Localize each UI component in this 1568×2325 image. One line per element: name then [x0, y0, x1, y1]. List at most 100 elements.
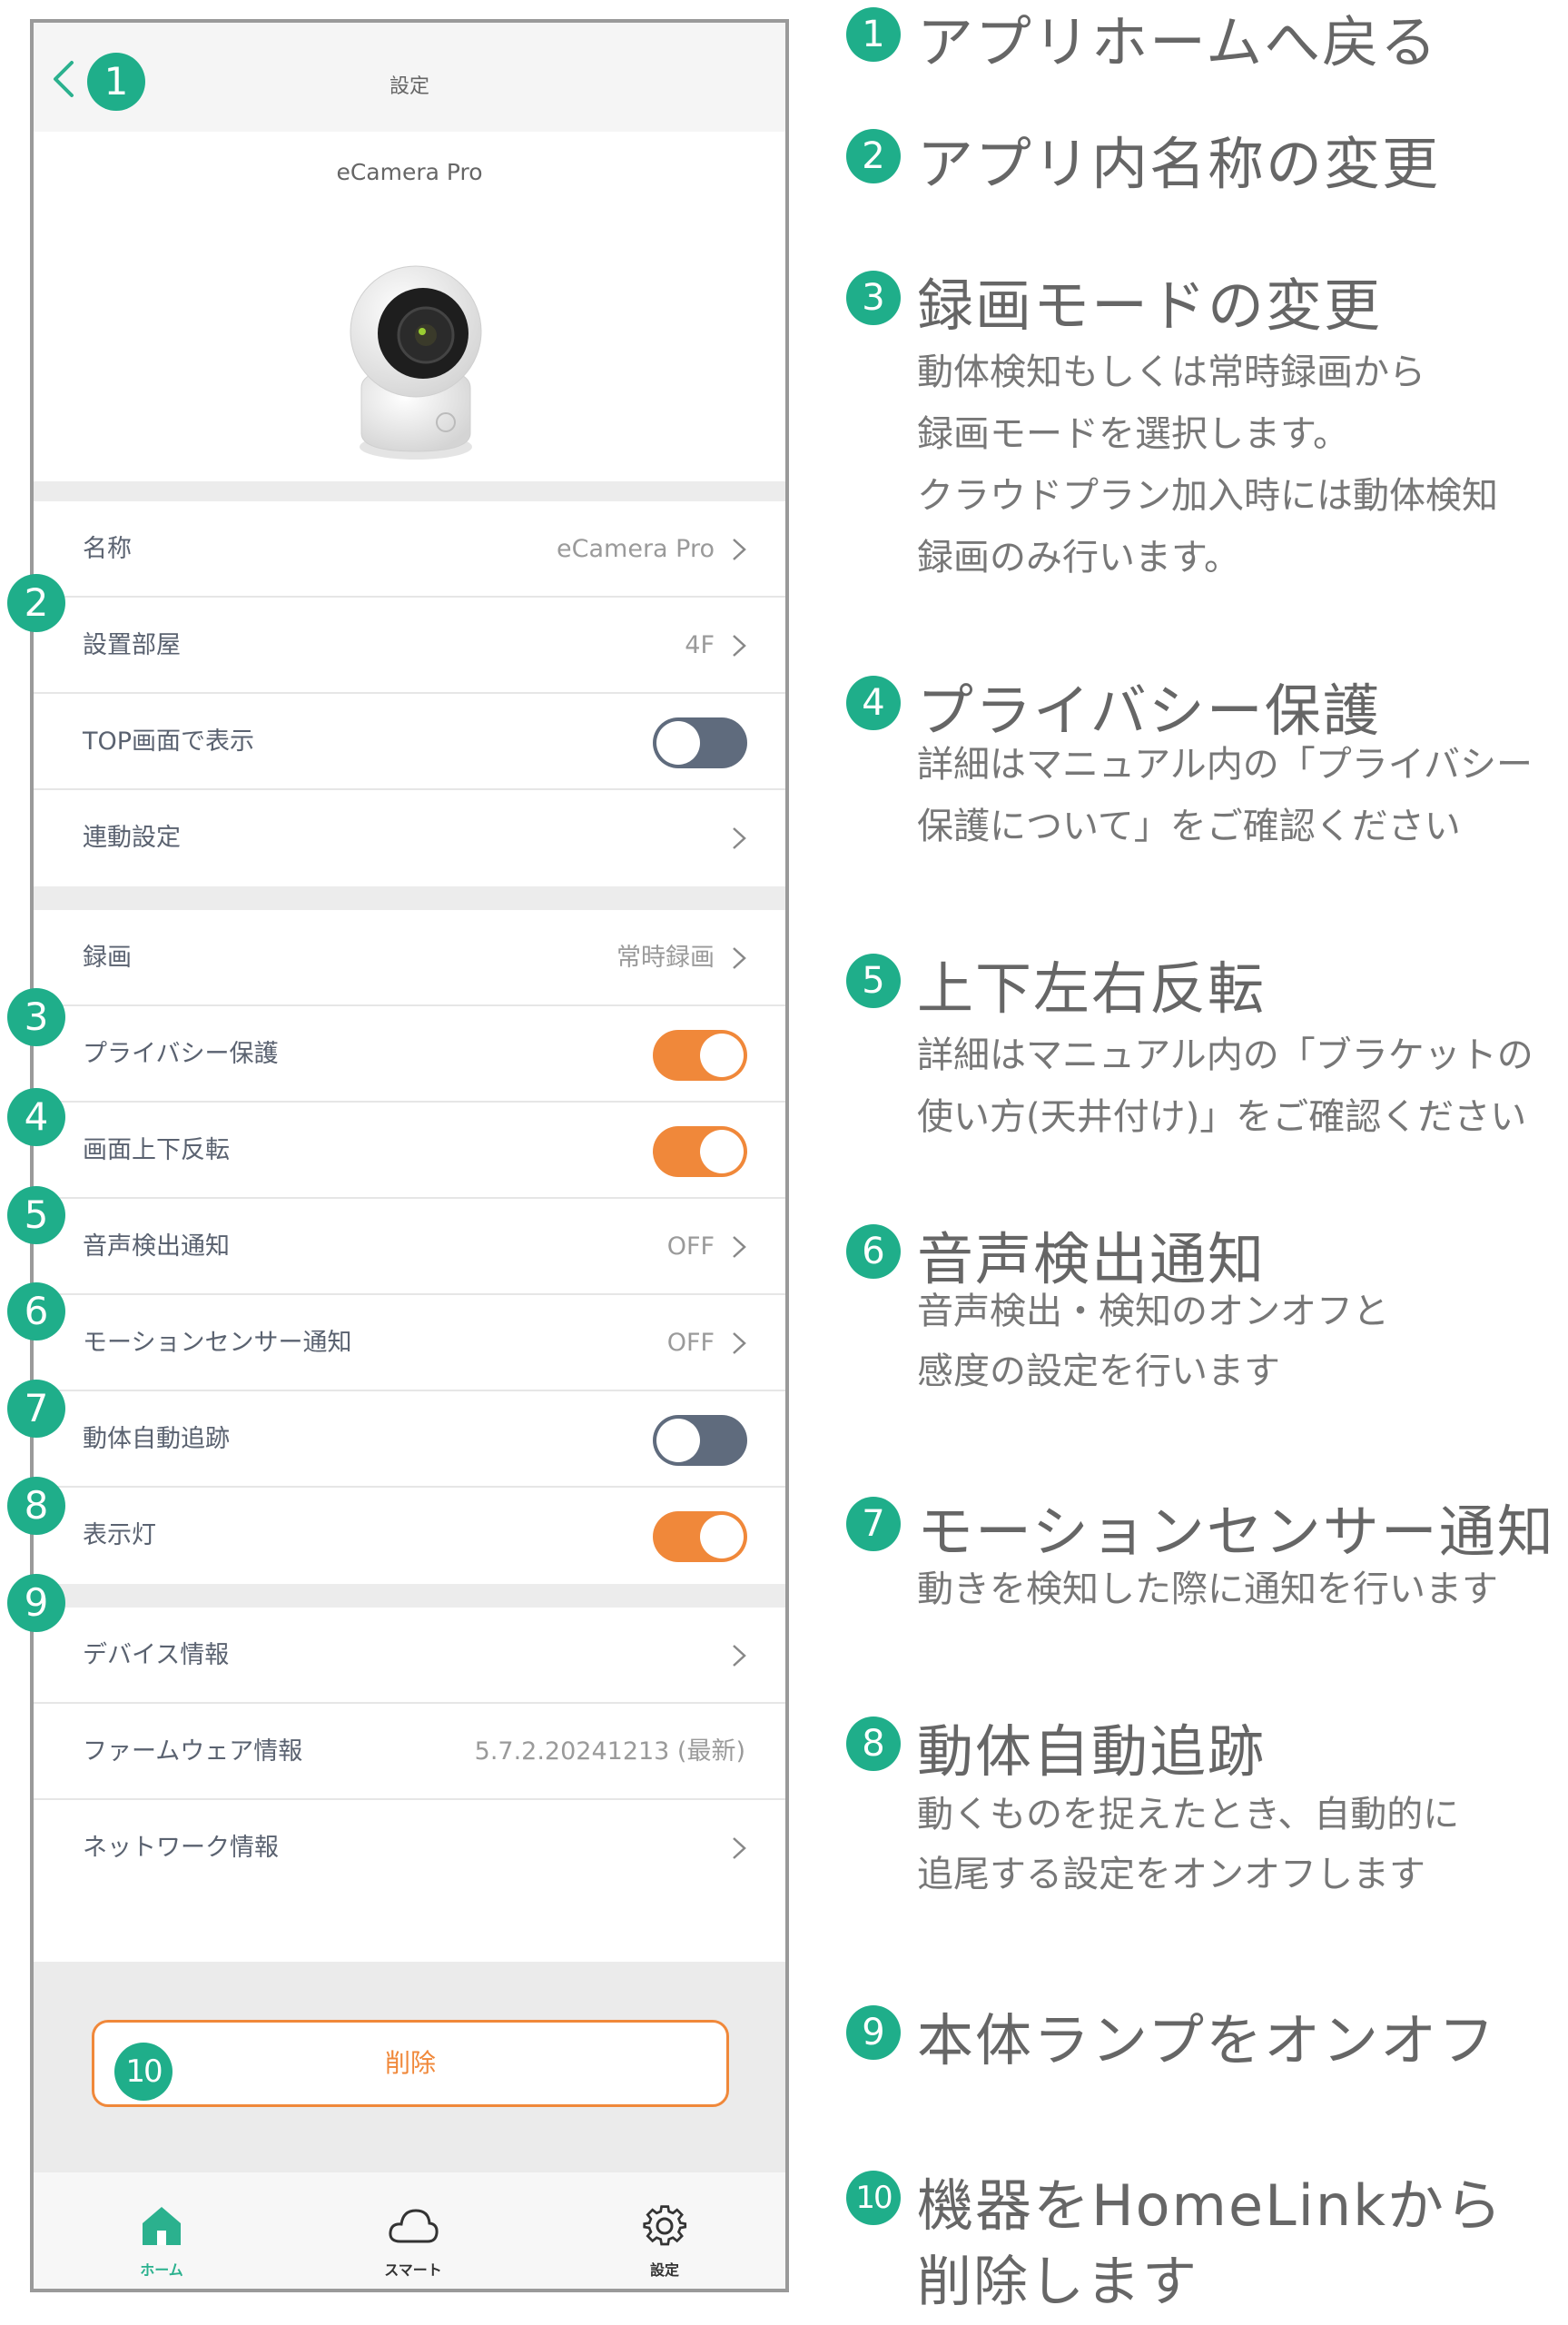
row-value: 5.7.2.20241213 (最新) [474, 1737, 745, 1766]
top-display-toggle[interactable] [653, 717, 747, 768]
row-label: 連動設定 [83, 824, 181, 852]
badge-1: 1 [87, 53, 145, 111]
row-value: OFF [666, 1232, 715, 1261]
row-linkage[interactable]: 連動設定 [34, 790, 785, 886]
row-label: 画面上下反転 [83, 1136, 230, 1164]
annotation-desc-3-2: 録画モードを選択します。 [917, 413, 1349, 455]
row-room[interactable]: 設置部屋 4F [34, 598, 785, 694]
row-value: OFF [666, 1329, 715, 1357]
row-auto-tracking: 動体自動追跡 [34, 1391, 785, 1488]
device-name-heading: eCamera Pro [336, 159, 483, 185]
auto-tracking-toggle[interactable] [653, 1415, 747, 1466]
camera-image [350, 265, 482, 460]
row-label: プライバシー保護 [83, 1040, 279, 1068]
annotation-badge-4: 4 [846, 676, 901, 730]
row-value: eCamera Pro [557, 535, 715, 563]
annotation-desc-3-1: 動体検知もしくは常時録画から [917, 351, 1425, 393]
annotation-title-10: 機器をHomeLinkから [917, 2172, 1504, 2239]
row-label: モーションセンサー通知 [83, 1329, 352, 1357]
annotation-desc-6-1: 音声検出・検知のオンオフと [917, 1291, 1389, 1332]
row-flip: 画面上下反転 [34, 1103, 785, 1199]
row-motion-sensor[interactable]: モーションセンサー通知 OFF [34, 1295, 785, 1391]
annotation-title-3: 録画モードの変更 [917, 272, 1383, 339]
tab-label: 設定 [649, 2261, 679, 2279]
privacy-toggle[interactable] [653, 1030, 747, 1081]
badge-3: 3 [7, 988, 65, 1046]
badge-6: 6 [7, 1282, 65, 1341]
flip-toggle[interactable] [653, 1126, 747, 1177]
row-value: 常時録画 [616, 944, 715, 972]
row-privacy: プライバシー保護 [34, 1006, 785, 1103]
annotation-badge-3: 3 [846, 271, 901, 325]
chevron-right-icon [733, 947, 746, 969]
cloud-icon [389, 2209, 439, 2243]
phone-screen: 設定 eCamera Pro 名称 eCamera Pro 設置部屋 4F TO… [30, 19, 789, 2292]
annotation-badge-6: 6 [846, 1224, 901, 1279]
annotation-title-5: 上下左右反転 [917, 955, 1267, 1022]
annotation-desc-8-1: 動くものを捉えたとき、自動的に [917, 1794, 1460, 1835]
tab-label: ホーム [140, 2261, 183, 2279]
annotation-desc-3-3: クラウドプラン加入時には動体検知 [917, 475, 1498, 517]
chevron-right-icon [733, 635, 746, 657]
badge-5: 5 [7, 1186, 65, 1244]
row-label: デバイス情報 [83, 1641, 230, 1669]
row-device-info[interactable]: デバイス情報 [34, 1608, 785, 1704]
row-label: 設置部屋 [83, 631, 181, 659]
row-recording[interactable]: 録画 常時録画 [34, 910, 785, 1006]
annotation-desc-7-1: 動きを検知した際に通知を行います [917, 1568, 1498, 1610]
annotation-badge-5: 5 [846, 954, 901, 1008]
row-name[interactable]: 名称 eCamera Pro [34, 501, 785, 598]
badge-7: 7 [7, 1380, 65, 1438]
annotation-desc-8-2: 追尾する設定をオンオフします [917, 1854, 1425, 1895]
tab-bar: ホーム スマート 設定 [34, 2172, 785, 2289]
annotation-title-9: 本体ランプをオンオフ [917, 2007, 1497, 2073]
annotation-desc-4-1: 詳細はマニュアル内の「プライバシー [917, 744, 1533, 786]
annotation-badge-2: 2 [846, 129, 901, 183]
badge-8: 8 [7, 1477, 65, 1535]
row-label: 動体自動追跡 [83, 1425, 230, 1453]
annotation-badge-7: 7 [846, 1497, 901, 1551]
annotation-desc-5-1: 詳細はマニュアル内の「ブラケットの [917, 1034, 1533, 1076]
row-label: ネットワーク情報 [83, 1834, 279, 1862]
annotation-desc-5-2: 使い方(天井付け)」をご確認ください [917, 1096, 1527, 1138]
annotation-title-1: アプリホームへ戻る [917, 9, 1439, 75]
section-divider [34, 481, 785, 501]
delete-button[interactable]: 削除 [92, 2020, 729, 2107]
gear-icon [643, 2205, 687, 2246]
annotation-desc-3-4: 録画のみ行います。 [917, 537, 1240, 579]
badge-4: 4 [7, 1088, 65, 1146]
row-label: 名称 [83, 535, 132, 563]
chevron-right-icon [733, 1236, 746, 1258]
chevron-right-icon [733, 1332, 746, 1354]
chevron-right-icon [733, 827, 746, 849]
annotation-badge-9: 9 [846, 2005, 901, 2060]
annotation-desc-6-2: 感度の設定を行います [917, 1350, 1280, 1392]
tab-label: スマート [384, 2261, 442, 2279]
badge-2: 2 [7, 574, 65, 632]
row-label: 音声検出通知 [83, 1232, 230, 1261]
tab-settings[interactable]: 設定 [574, 2172, 755, 2289]
row-firmware-info[interactable]: ファームウェア情報 5.7.2.20241213 (最新) [34, 1704, 785, 1800]
row-sound-detect[interactable]: 音声検出通知 OFF [34, 1199, 785, 1295]
annotation-title-7: モーションセンサー通知 [917, 1499, 1555, 1565]
chevron-right-icon [733, 539, 746, 560]
row-label: ファームウェア情報 [83, 1737, 303, 1766]
annotation-badge-8: 8 [846, 1717, 901, 1771]
row-network-info[interactable]: ネットワーク情報 [34, 1800, 785, 1896]
row-label: 表示灯 [83, 1521, 156, 1549]
page-title: 設定 [389, 75, 429, 98]
home-icon [143, 2207, 181, 2245]
annotation-title-8: 動体自動追跡 [917, 1718, 1267, 1785]
badge-9: 9 [7, 1574, 65, 1632]
row-label: 録画 [83, 944, 132, 972]
nav-bar: 設定 [34, 23, 785, 132]
tab-home[interactable]: ホーム [71, 2172, 252, 2289]
indicator-light-toggle[interactable] [653, 1511, 747, 1562]
chevron-right-icon [733, 1645, 746, 1667]
row-indicator-light: 表示灯 [34, 1488, 785, 1584]
badge-10: 10 [114, 2043, 173, 2101]
tab-smart[interactable]: スマート [322, 2172, 504, 2289]
row-label: TOP画面で表示 [83, 727, 255, 756]
annotation-badge-1: 1 [846, 7, 901, 62]
section-divider [34, 1584, 785, 1608]
